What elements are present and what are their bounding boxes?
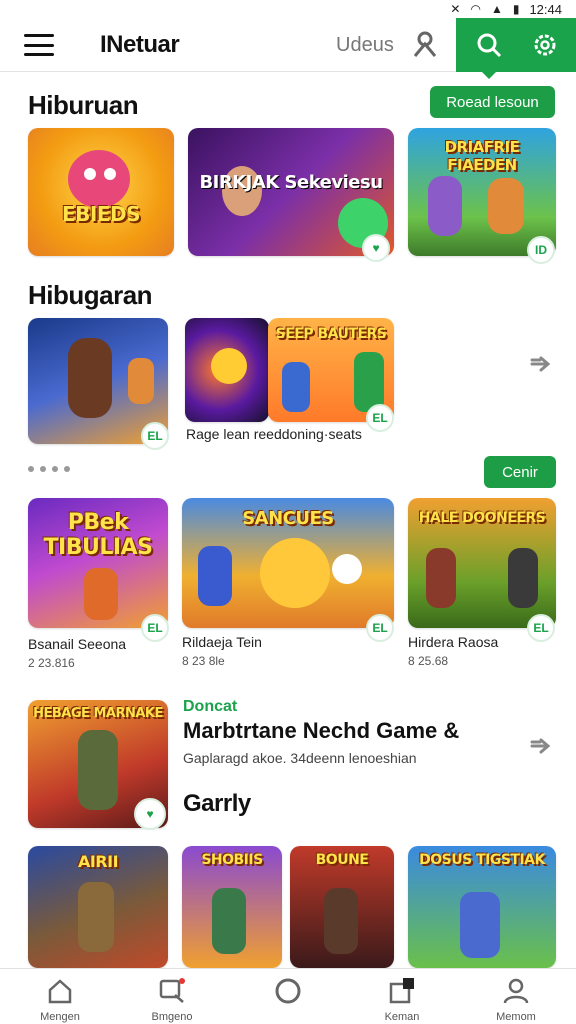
favorite-badge[interactable]: ♥ (134, 798, 166, 830)
search-icon[interactable] (474, 30, 504, 60)
game-tile[interactable]: BOUNE (290, 846, 394, 968)
tab-udeus[interactable]: Udeus (336, 34, 394, 57)
page-dots (28, 466, 70, 472)
tile-caption: Rage lean reeddoning·seats (186, 426, 362, 442)
app-title: INetuar (100, 31, 180, 58)
wifi-icon: ◠ (470, 2, 481, 16)
app-bar: INetuar Udeus (0, 18, 576, 79)
profile-icon (503, 978, 529, 1004)
home-icon (48, 979, 72, 1004)
active-indicator (482, 72, 496, 79)
badge-el[interactable]: EL (366, 614, 394, 642)
nav-item-home[interactable]: Mengen (15, 969, 105, 1024)
status-bar: ✕ ◠ ▲ ▮ 12:44 (0, 0, 576, 18)
share-arrow-icon[interactable] (528, 730, 556, 758)
game-meta: 2 23.816 (28, 656, 75, 670)
share-arrow-icon[interactable] (528, 348, 556, 376)
game-tile[interactable]: SANCUES (182, 498, 394, 628)
search-icon (159, 978, 185, 1003)
section-title-hibugaran: Hibugaran (28, 280, 153, 310)
center-button[interactable]: Cenir (484, 456, 556, 488)
game-tile[interactable]: DOSUS TIGSTIAK (408, 846, 556, 968)
badge-el[interactable]: EL (366, 404, 394, 432)
badge-el[interactable]: EL (527, 614, 555, 642)
settings-icon[interactable] (530, 30, 560, 60)
game-name: Rildaeja Tein (182, 634, 262, 650)
battery-icon: ▮ (512, 2, 520, 16)
badge-el[interactable]: EL (141, 422, 169, 450)
status-time: 12:44 (529, 1, 562, 17)
game-tile[interactable]: BIRKJAK Sekeviesu (188, 128, 394, 256)
nav-item-center[interactable] (243, 969, 333, 1024)
library-icon (389, 978, 414, 1004)
game-tile[interactable]: HALE DOONEERS (408, 498, 556, 628)
featured-subtitle: Gaplaragd akoe. 34deenn lenoeshian (183, 750, 417, 766)
featured-title: Marbtrtane Nechd Game & (183, 718, 460, 743)
game-tile[interactable]: AIRII (28, 846, 168, 968)
favorite-badge[interactable]: ♥ (362, 234, 390, 262)
circle-icon (275, 978, 301, 1004)
badge[interactable]: ID (527, 236, 555, 264)
badge-el[interactable]: EL (141, 614, 169, 642)
nav-item-profile[interactable]: Memom (471, 969, 561, 1024)
nav-item-library[interactable]: Keman (357, 969, 447, 1024)
game-tile[interactable]: PBek TIBULIAS (28, 498, 168, 628)
signal-icon: ▲ (490, 2, 503, 16)
game-name: Hirdera Raosa (408, 634, 499, 650)
game-tile[interactable]: EBIEDS (28, 128, 174, 256)
game-meta: 8 25.68 (408, 654, 449, 668)
game-tile[interactable]: SHOBIIS (182, 846, 282, 968)
section-title-hiburuan: Hiburuan (28, 90, 139, 120)
bottom-nav: Mengen Bmgeno Keman Memom (0, 968, 576, 1024)
read-lesson-button[interactable]: Roead lesoun (430, 86, 555, 118)
menu-icon[interactable] (24, 34, 54, 56)
section-title-garrly: Garrly (183, 790, 251, 817)
game-tile[interactable] (185, 318, 269, 422)
featured-tag: Doncat (183, 698, 238, 715)
mute-icon: ✕ (450, 2, 461, 16)
user-icon[interactable] (412, 30, 438, 58)
nav-item-search[interactable]: Bmgeno (127, 969, 217, 1024)
game-name: Bsanail Seeona (28, 636, 127, 652)
game-meta: 8 23 8le (182, 654, 225, 668)
